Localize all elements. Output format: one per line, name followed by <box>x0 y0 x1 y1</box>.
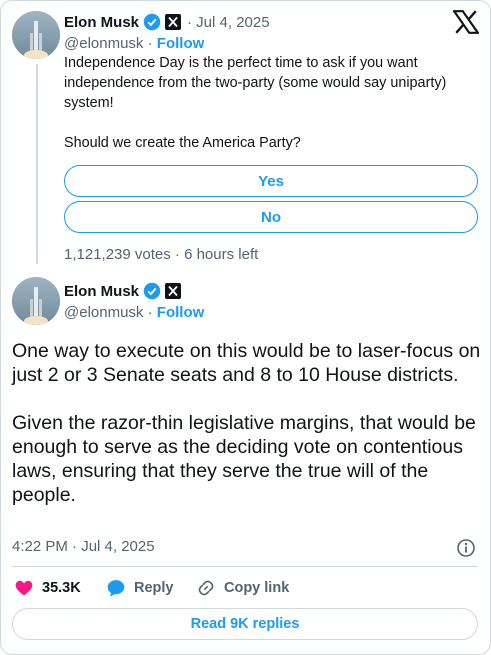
tweet-date[interactable]: · Jul 4, 2025 <box>187 14 270 31</box>
poll-option-yes[interactable]: Yes <box>64 165 478 197</box>
verified-badge-icon <box>143 282 161 300</box>
author-name[interactable]: Elon Musk <box>64 14 139 31</box>
quoted-tweet-text: Independence Day is the perfect time to … <box>64 53 484 153</box>
like-button[interactable]: 35.3K <box>14 578 81 598</box>
heart-icon <box>15 580 33 596</box>
quoted-text-question: Should we create the America Party? <box>64 135 301 151</box>
tweet-timestamp[interactable]: 4:22 PM · Jul 4, 2025 <box>12 538 155 555</box>
main-text-paragraph: Given the razor-thin legislative margins… <box>12 412 476 506</box>
main-tweet-text: One way to execute on this would be to l… <box>12 339 482 507</box>
read-replies-button[interactable]: Read 9K replies <box>12 608 478 640</box>
quoted-text-paragraph: Independence Day is the perfect time to … <box>64 55 447 111</box>
copy-link-label: Copy link <box>224 580 290 596</box>
link-icon <box>198 580 214 596</box>
poll-option-no[interactable]: No <box>64 201 478 233</box>
author-handle[interactable]: @elonmusk <box>64 35 143 52</box>
main-text-paragraph: One way to execute on this would be to l… <box>12 340 481 386</box>
author-handle[interactable]: @elonmusk <box>64 304 143 321</box>
reply-label: Reply <box>134 580 174 596</box>
verified-badge-icon <box>143 13 161 31</box>
like-count: 35.3K <box>42 580 81 596</box>
follow-button[interactable]: Follow <box>157 35 205 52</box>
avatar[interactable] <box>12 277 60 325</box>
author-name[interactable]: Elon Musk <box>64 283 139 300</box>
thread-line <box>36 64 38 264</box>
reply-button[interactable]: Reply <box>106 578 174 598</box>
follow-button[interactable]: Follow <box>157 304 205 321</box>
reply-bubble-icon <box>107 580 125 597</box>
divider <box>12 566 478 567</box>
avatar[interactable] <box>12 11 60 59</box>
separator-dot: · <box>147 304 157 321</box>
info-icon[interactable] <box>456 538 476 558</box>
x-logo-icon[interactable] <box>453 10 479 34</box>
x-affiliate-badge-icon <box>165 14 182 30</box>
poll-meta: 1,121,239 votes · 6 hours left <box>64 246 259 263</box>
x-affiliate-badge-icon <box>165 283 182 299</box>
copy-link-button[interactable]: Copy link <box>196 578 289 598</box>
separator-dot: · <box>147 35 157 52</box>
